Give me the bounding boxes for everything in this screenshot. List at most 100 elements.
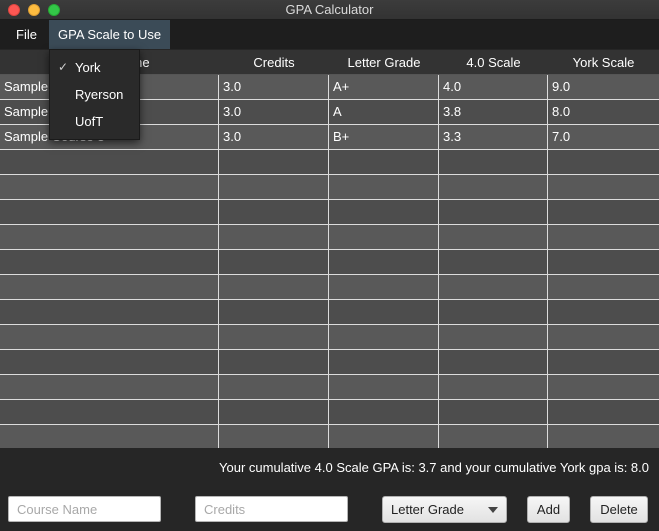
table-cell[interactable] (329, 425, 439, 448)
table-cell[interactable] (219, 325, 329, 349)
letter-grade-select[interactable]: Letter Grade (382, 496, 507, 523)
header-4-scale[interactable]: 4.0 Scale (439, 50, 548, 75)
table-cell[interactable] (548, 400, 659, 424)
credits-input[interactable] (195, 496, 348, 522)
table-cell[interactable] (0, 375, 219, 399)
table-cell[interactable] (439, 250, 548, 274)
table-cell[interactable]: 9.0 (548, 75, 659, 99)
table-cell[interactable] (439, 175, 548, 199)
menu-file[interactable]: File (7, 20, 46, 49)
table-cell[interactable] (548, 325, 659, 349)
table-cell[interactable] (329, 225, 439, 249)
table-cell[interactable] (0, 350, 219, 374)
scale-option-york[interactable]: ✓ York (50, 54, 139, 81)
gpa-summary: Your cumulative 4.0 Scale GPA is: 3.7 an… (219, 460, 649, 475)
table-row[interactable] (0, 250, 659, 275)
table-cell[interactable] (0, 275, 219, 299)
scale-option-ryerson[interactable]: Ryerson (50, 81, 139, 108)
table-cell[interactable] (219, 175, 329, 199)
table-cell[interactable] (0, 425, 219, 448)
table-row[interactable] (0, 300, 659, 325)
table-cell[interactable] (0, 150, 219, 174)
table-cell[interactable] (548, 250, 659, 274)
table-row[interactable] (0, 225, 659, 250)
table-cell[interactable] (329, 400, 439, 424)
table-cell[interactable] (219, 425, 329, 448)
table-cell[interactable]: 3.0 (219, 75, 329, 99)
table-cell[interactable] (329, 350, 439, 374)
table-cell[interactable] (439, 150, 548, 174)
table-cell[interactable] (439, 375, 548, 399)
menu-gpa-scale[interactable]: GPA Scale to Use (49, 20, 171, 49)
table-row[interactable] (0, 200, 659, 225)
table-cell[interactable] (0, 325, 219, 349)
table-cell[interactable]: B+ (329, 125, 439, 149)
table-cell[interactable] (329, 200, 439, 224)
table-cell[interactable] (219, 150, 329, 174)
table-cell[interactable] (439, 350, 548, 374)
table-cell[interactable] (329, 375, 439, 399)
delete-button[interactable]: Delete (590, 496, 648, 523)
table-cell[interactable]: A+ (329, 75, 439, 99)
table-cell[interactable]: 3.0 (219, 100, 329, 124)
table-cell[interactable] (219, 300, 329, 324)
table-cell[interactable] (0, 400, 219, 424)
table-cell[interactable] (219, 350, 329, 374)
table-cell[interactable]: 3.8 (439, 100, 548, 124)
table-cell[interactable] (219, 225, 329, 249)
table-cell[interactable] (548, 300, 659, 324)
table-cell[interactable] (548, 350, 659, 374)
course-name-input[interactable] (8, 496, 161, 522)
table-cell[interactable] (439, 275, 548, 299)
table-cell[interactable] (439, 400, 548, 424)
table-cell[interactable] (548, 375, 659, 399)
table-cell[interactable] (548, 200, 659, 224)
table-cell[interactable] (548, 425, 659, 448)
header-letter-grade[interactable]: Letter Grade (329, 50, 439, 75)
table-cell[interactable] (219, 200, 329, 224)
table-cell[interactable]: 7.0 (548, 125, 659, 149)
chevron-down-icon (488, 507, 498, 513)
table-row[interactable] (0, 275, 659, 300)
table-cell[interactable] (219, 400, 329, 424)
table-cell[interactable] (219, 250, 329, 274)
scale-option-uoft[interactable]: UofT (50, 108, 139, 135)
table-row[interactable] (0, 325, 659, 350)
add-button[interactable]: Add (527, 496, 570, 523)
table-cell[interactable] (548, 275, 659, 299)
table-row[interactable] (0, 175, 659, 200)
table-cell[interactable] (0, 175, 219, 199)
table-cell[interactable] (329, 275, 439, 299)
table-cell[interactable] (548, 225, 659, 249)
table-cell[interactable] (219, 375, 329, 399)
table-cell[interactable]: 4.0 (439, 75, 548, 99)
table-row[interactable] (0, 350, 659, 375)
table-cell[interactable] (0, 300, 219, 324)
table-row[interactable] (0, 425, 659, 448)
header-york-scale[interactable]: York Scale (548, 50, 659, 75)
table-cell[interactable] (0, 225, 219, 249)
table-cell[interactable] (439, 225, 548, 249)
table-cell[interactable] (329, 250, 439, 274)
table-cell[interactable] (219, 275, 329, 299)
table-cell[interactable]: 3.0 (219, 125, 329, 149)
table-row[interactable] (0, 400, 659, 425)
table-cell[interactable] (329, 325, 439, 349)
table-cell[interactable]: 8.0 (548, 100, 659, 124)
table-cell[interactable]: 3.3 (439, 125, 548, 149)
table-cell[interactable] (439, 200, 548, 224)
table-cell[interactable] (329, 300, 439, 324)
table-cell[interactable] (548, 150, 659, 174)
table-cell[interactable] (439, 425, 548, 448)
table-cell[interactable] (439, 300, 548, 324)
header-credits[interactable]: Credits (219, 50, 329, 75)
table-cell[interactable] (548, 175, 659, 199)
table-cell[interactable] (0, 200, 219, 224)
table-cell[interactable] (329, 175, 439, 199)
table-cell[interactable] (439, 325, 548, 349)
table-cell[interactable] (0, 250, 219, 274)
table-row[interactable] (0, 375, 659, 400)
table-cell[interactable] (329, 150, 439, 174)
table-cell[interactable]: A (329, 100, 439, 124)
table-row[interactable] (0, 150, 659, 175)
